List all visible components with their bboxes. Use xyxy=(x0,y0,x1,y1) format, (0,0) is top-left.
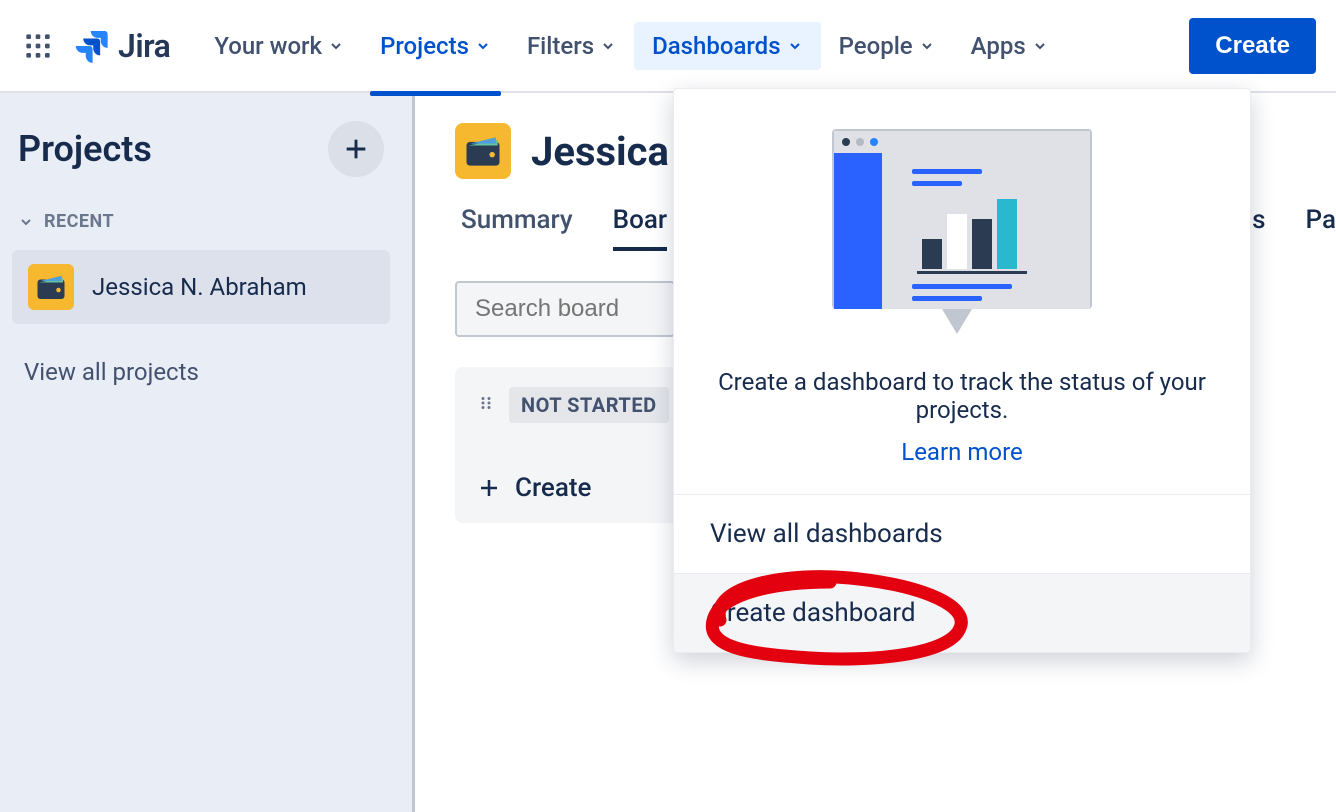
nav-people[interactable]: People xyxy=(821,22,953,70)
tab-cut-right-2[interactable]: Pa xyxy=(1306,205,1336,251)
plus-icon xyxy=(342,135,370,163)
chevron-down-icon xyxy=(1032,38,1048,54)
nav-dashboards-label: Dashboards xyxy=(652,32,780,60)
nav-filters[interactable]: Filters xyxy=(509,22,634,70)
project-title: Jessica xyxy=(531,128,669,175)
sidebar-header: Projects xyxy=(8,121,394,203)
nav-items: Your work Projects Filters Dashboards Pe… xyxy=(196,22,1065,70)
nav-apps-label: Apps xyxy=(971,32,1026,60)
tab-summary[interactable]: Summary xyxy=(461,205,573,251)
tab-board[interactable]: Boar xyxy=(613,205,667,251)
nav-your-work-label: Your work xyxy=(214,32,322,60)
chevron-down-icon xyxy=(919,38,935,54)
create-button[interactable]: Create xyxy=(1189,18,1316,74)
search-board-input[interactable] xyxy=(455,281,675,337)
jira-logo[interactable]: Jira xyxy=(72,26,170,66)
nav-dashboards[interactable]: Dashboards xyxy=(634,22,820,70)
add-project-button[interactable] xyxy=(328,121,384,177)
sidebar-recent-header[interactable]: RECENT xyxy=(8,203,394,240)
wallet-icon xyxy=(28,264,74,310)
tabs-right-cut: s Pa xyxy=(1252,205,1336,251)
dropdown-illustration xyxy=(674,89,1250,354)
jira-brand-text: Jira xyxy=(118,27,170,65)
sidebar-project-item[interactable]: Jessica N. Abraham xyxy=(12,250,390,324)
wallet-icon xyxy=(455,123,511,179)
sidebar: Projects RECENT Jessica N. Abraham View … xyxy=(0,93,415,812)
plus-icon xyxy=(477,476,501,500)
nav-projects[interactable]: Projects xyxy=(362,22,509,70)
nav-people-label: People xyxy=(839,32,913,60)
chevron-down-icon xyxy=(18,214,34,230)
nav-your-work[interactable]: Your work xyxy=(196,22,362,70)
create-dashboard-link[interactable]: Create dashboard xyxy=(674,573,1250,652)
view-all-dashboards-link[interactable]: View all dashboards xyxy=(674,494,1250,573)
status-badge: NOT STARTED xyxy=(509,387,669,423)
nav-filters-label: Filters xyxy=(527,32,594,60)
chevron-down-icon xyxy=(475,38,491,54)
tab-cut-right-1[interactable]: s xyxy=(1252,205,1265,251)
create-issue-label: Create xyxy=(515,473,591,503)
dashboards-dropdown: Create a dashboard to track the status o… xyxy=(673,88,1251,653)
view-all-projects-link[interactable]: View all projects xyxy=(8,334,394,410)
sidebar-project-name: Jessica N. Abraham xyxy=(92,273,307,301)
chevron-down-icon xyxy=(328,38,344,54)
chevron-down-icon xyxy=(787,38,803,54)
chevron-down-icon xyxy=(600,38,616,54)
nav-projects-label: Projects xyxy=(380,32,469,60)
dropdown-message: Create a dashboard to track the status o… xyxy=(674,354,1250,424)
top-nav: Jira Your work Projects Filters Dashboar… xyxy=(0,0,1336,93)
nav-apps[interactable]: Apps xyxy=(953,22,1066,70)
learn-more-link[interactable]: Learn more xyxy=(674,424,1250,494)
drag-handle-icon[interactable] xyxy=(477,394,495,416)
sidebar-recent-label: RECENT xyxy=(44,211,114,232)
sidebar-title: Projects xyxy=(18,128,152,170)
app-switcher-icon[interactable] xyxy=(20,28,56,64)
